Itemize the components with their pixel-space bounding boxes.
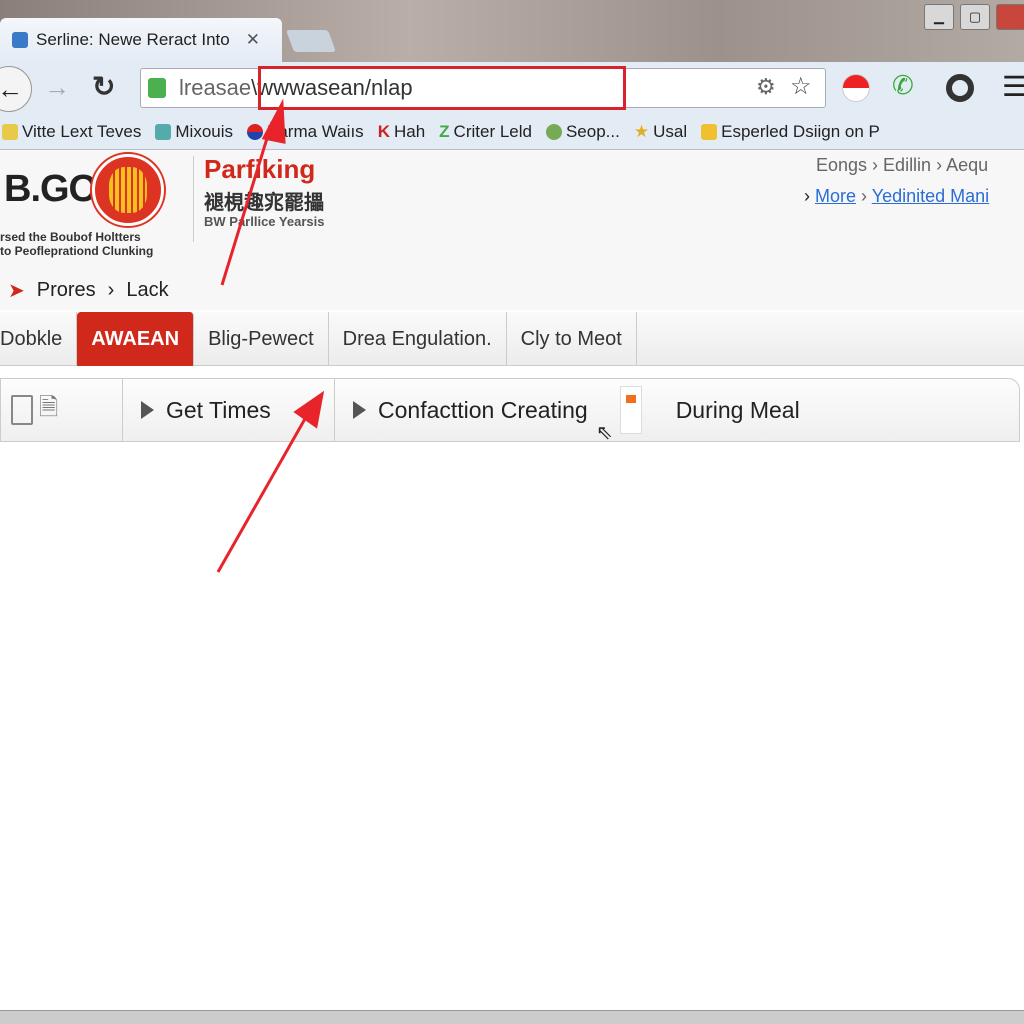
- annotation-arrow: [216, 390, 325, 573]
- annotation-arrows: [216, 98, 325, 573]
- annotation-arrow: [220, 98, 286, 286]
- window-bottom-border: [0, 1010, 1024, 1024]
